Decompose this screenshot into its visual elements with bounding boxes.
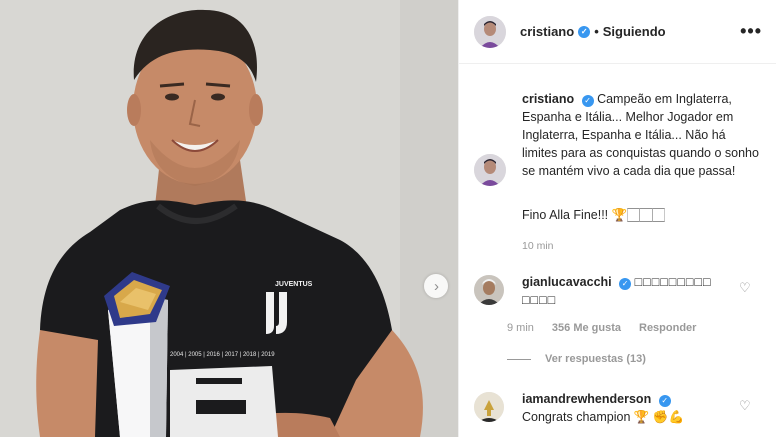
next-photo-button[interactable]: › xyxy=(424,274,448,298)
view-replies-label: Ver respuestas (13) xyxy=(545,353,646,365)
replies-divider xyxy=(507,358,531,360)
post-photo: JUVENTUS 2004 | 2005 | 2016 | 2017 | 201… xyxy=(0,0,458,437)
verified-badge-icon: ✓ xyxy=(581,95,594,107)
caption-sign-off: Fino Alla Fine!!! 🏆🏻🏻🏻 xyxy=(522,208,665,222)
avatar-image xyxy=(474,154,506,186)
view-replies-button[interactable]: Ver respuestas (13) xyxy=(507,353,646,365)
comment-meta: 9 min 356 Me gusta Responder xyxy=(507,322,696,334)
commenter-avatar[interactable] xyxy=(474,392,504,422)
comment-body: iamandrewhenderson ✓ Congrats champion 🏆… xyxy=(522,390,752,426)
caption-username[interactable]: cristiano xyxy=(522,92,574,106)
header-separator: • xyxy=(594,24,599,39)
comment-username[interactable]: iamandrewhenderson xyxy=(522,392,651,406)
verified-badge-icon: ✓ xyxy=(658,395,671,407)
comment-username[interactable]: gianlucavacchi xyxy=(522,275,612,289)
comment-timestamp: 9 min xyxy=(507,322,534,334)
avatar-image xyxy=(474,275,504,305)
instagram-post-modal: JUVENTUS 2004 | 2005 | 2016 | 2017 | 201… xyxy=(0,0,776,437)
photo-illustration: JUVENTUS 2004 | 2005 | 2016 | 2017 | 201… xyxy=(0,0,458,437)
comment-body: gianlucavacchi ✓ □□□□□□□□□ □□□□ xyxy=(522,273,722,309)
avatar-image xyxy=(474,392,504,422)
reply-button[interactable]: Responder xyxy=(639,322,696,334)
post-header: cristiano ✓ • Siguiendo ••• xyxy=(459,0,776,64)
like-heart-icon[interactable]: ♡ xyxy=(739,280,753,295)
avatar[interactable] xyxy=(474,15,506,48)
header-username[interactable]: cristiano xyxy=(520,24,574,39)
comments-list: cristiano ✓ Campeão em Inglaterra, Espan… xyxy=(459,64,776,437)
caption-timestamp: 10 min xyxy=(522,240,554,252)
like-heart-icon[interactable]: ♡ xyxy=(739,398,753,413)
avatar-image xyxy=(474,15,506,48)
verified-badge-icon: ✓ xyxy=(619,278,632,290)
juventus-wordmark: JUVENTUS xyxy=(275,281,313,288)
caption-body: cristiano ✓ Campeão em Inglaterra, Espan… xyxy=(522,90,762,180)
header-user-info: cristiano ✓ • Siguiendo xyxy=(520,24,666,39)
caption-avatar[interactable] xyxy=(474,154,506,186)
following-button[interactable]: Siguiendo xyxy=(603,24,666,39)
comment-likes-count[interactable]: 356 Me gusta xyxy=(552,322,621,334)
more-options-icon[interactable]: ••• xyxy=(740,21,762,42)
verified-badge-icon: ✓ xyxy=(578,25,591,38)
comment-text: Congrats champion 🏆 ✊💪 xyxy=(522,410,685,424)
chevron-right-icon: › xyxy=(434,277,439,295)
post-side-panel: cristiano ✓ • Siguiendo ••• cristiano ✓ … xyxy=(458,0,776,437)
shirt-years-print: 2004 | 2005 | 2016 | 2017 | 2018 | 2019 xyxy=(170,352,275,358)
commenter-avatar[interactable] xyxy=(474,275,504,305)
